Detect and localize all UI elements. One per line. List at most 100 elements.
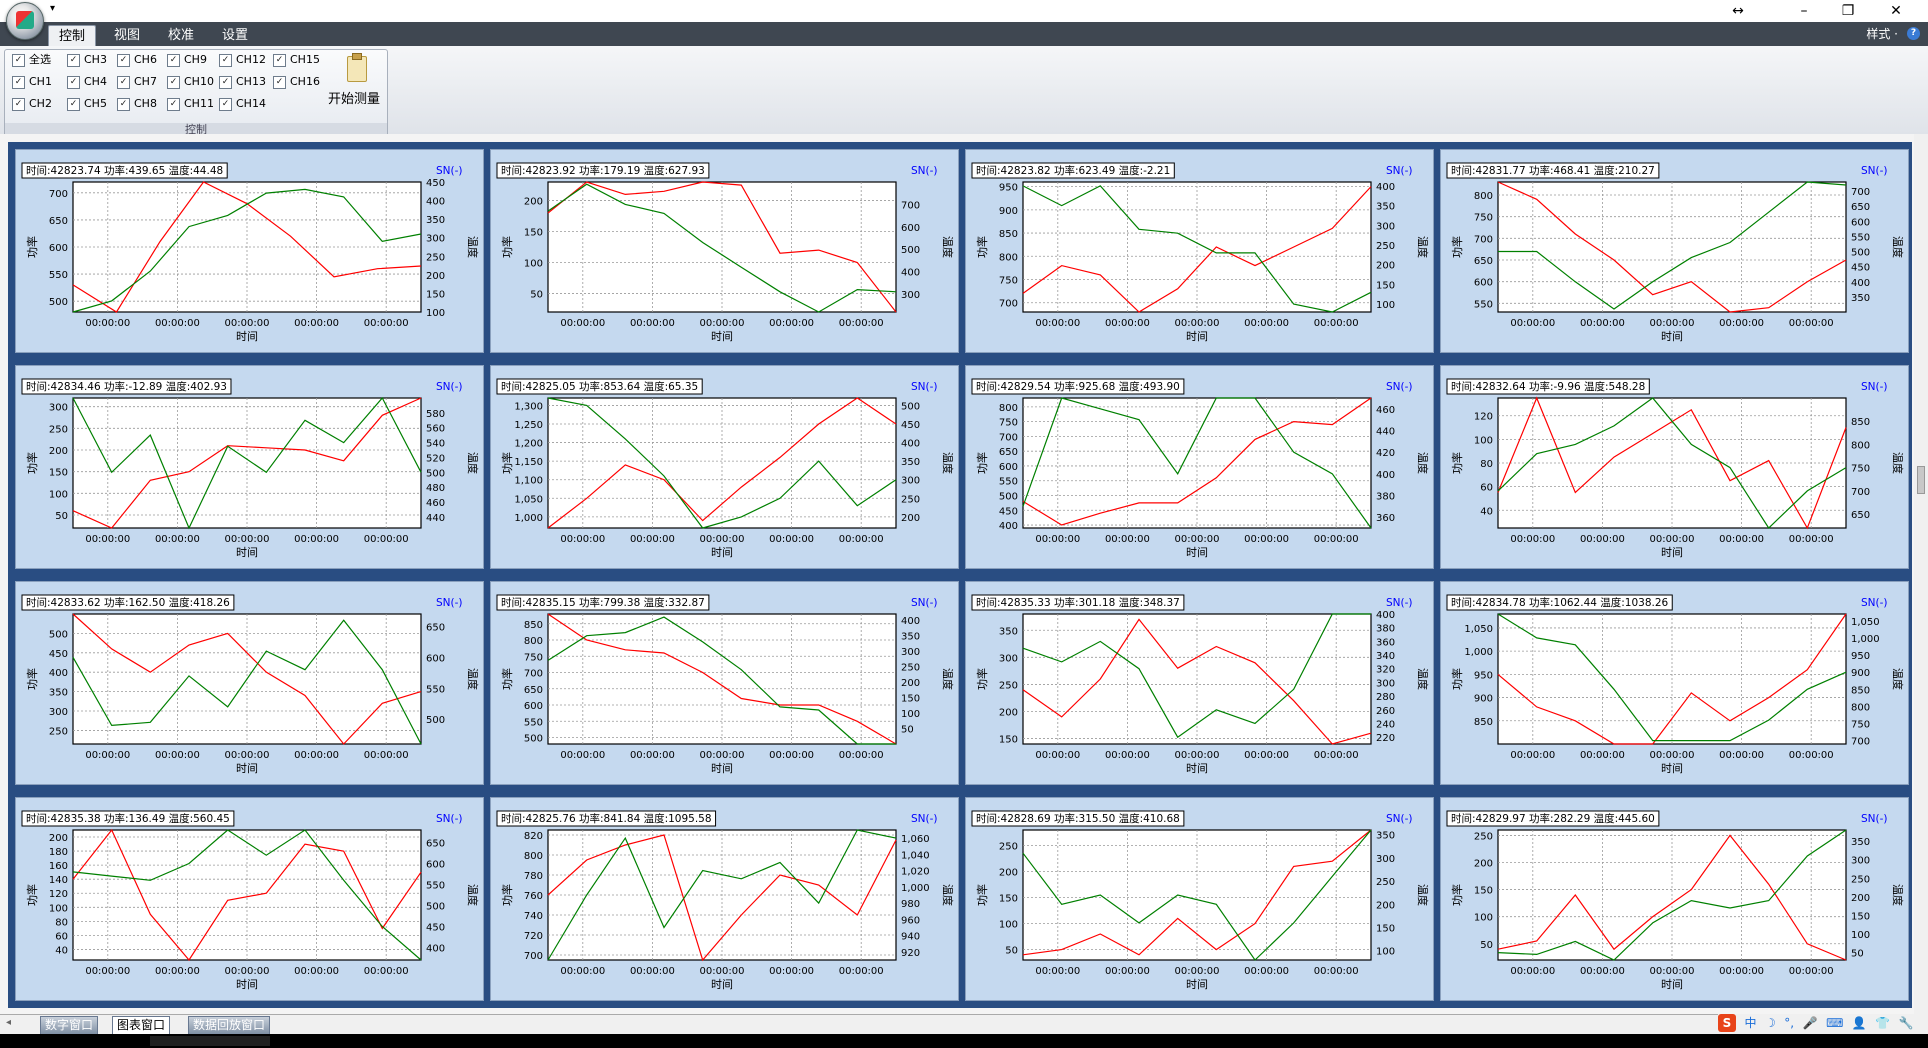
y-tick-label: 850 bbox=[999, 229, 1018, 240]
info-label: 时间:42835.33 功率:301.18 温度:348.37 bbox=[976, 596, 1180, 609]
taskbar-item[interactable] bbox=[150, 1036, 270, 1046]
y2-tick-label: 250 bbox=[1376, 241, 1395, 252]
restore-button[interactable]: ❐ bbox=[1828, 0, 1868, 22]
vertical-scrollbar[interactable] bbox=[1914, 134, 1928, 1014]
y2-tick-label: 400 bbox=[1376, 470, 1395, 481]
ime-tools-icon[interactable]: 🔧 bbox=[1899, 1016, 1914, 1030]
tab-view[interactable]: 视图 bbox=[104, 25, 150, 46]
y2-tick-label: 600 bbox=[426, 860, 445, 871]
checkbox-label: CH10 bbox=[184, 75, 214, 88]
minimize-button[interactable]: – bbox=[1784, 0, 1824, 22]
checkbox-ch2[interactable]: ✓ CH2 bbox=[12, 96, 52, 112]
tab-calibrate[interactable]: 校准 bbox=[158, 25, 204, 46]
y2-tick-label: 940 bbox=[901, 932, 920, 943]
ime-skin-icon[interactable]: 👕 bbox=[1875, 1016, 1890, 1030]
y2-axis-title: 温度 bbox=[466, 452, 480, 474]
checkbox-ch14[interactable]: ✓ CH14 bbox=[219, 96, 266, 112]
sn-label: SN(-) bbox=[436, 165, 463, 177]
ime-chinese-icon[interactable]: 中 bbox=[1745, 1014, 1757, 1031]
y2-tick-label: 500 bbox=[426, 715, 445, 726]
checkbox-label: CH15 bbox=[290, 53, 320, 66]
y2-tick-label: 850 bbox=[1851, 417, 1870, 428]
x-tick-label: 00:00:00 bbox=[1580, 966, 1625, 977]
checkbox-ch11[interactable]: ✓ CH11 bbox=[167, 96, 214, 112]
tab-control[interactable]: 控制 bbox=[48, 25, 96, 47]
y2-tick-label: 450 bbox=[1851, 263, 1870, 274]
checkbox-ch4[interactable]: ✓ CH4 bbox=[67, 74, 107, 90]
checkbox-ch16[interactable]: ✓ CH16 bbox=[273, 74, 320, 90]
tab-chart-window[interactable]: 图表窗口 bbox=[112, 1016, 171, 1035]
y-tick-label: 900 bbox=[999, 206, 1018, 217]
checkbox-ch15[interactable]: ✓ CH15 bbox=[273, 52, 320, 68]
app-menu-button[interactable] bbox=[6, 2, 44, 40]
tab-scroll-left-icon[interactable]: ◂ bbox=[6, 1017, 11, 1028]
y-axis-title: 功率 bbox=[1450, 884, 1464, 906]
x-tick-label: 00:00:00 bbox=[155, 966, 200, 977]
y2-tick-label: 700 bbox=[901, 200, 920, 211]
checkbox-ch13[interactable]: ✓ CH13 bbox=[219, 74, 266, 90]
checkbox-ch8[interactable]: ✓ CH8 bbox=[117, 96, 157, 112]
y-tick-label: 100 bbox=[999, 920, 1018, 931]
resize-icon[interactable]: ↔ bbox=[1718, 0, 1758, 22]
quick-access-dropdown-icon[interactable]: ▾ bbox=[50, 3, 55, 14]
x-tick-label: 00:00:00 bbox=[1789, 966, 1834, 977]
ime-keyboard-icon[interactable]: ⌨ bbox=[1826, 1016, 1843, 1030]
checkbox-ch5[interactable]: ✓ CH5 bbox=[67, 96, 107, 112]
y2-tick-label: 150 bbox=[1376, 924, 1395, 935]
x-tick-label: 00:00:00 bbox=[630, 318, 675, 329]
y2-tick-label: 300 bbox=[426, 234, 445, 245]
chart-svg: 时间:42825.76 功率:841.84 温度:1095.58 SN(-) 820… bbox=[496, 810, 955, 991]
info-label: 时间:42825.05 功率:853.64 温度:65.35 bbox=[501, 380, 698, 393]
ime-mic-icon[interactable]: 🎤 bbox=[1803, 1016, 1818, 1030]
checkbox-ch1[interactable]: ✓ CH1 bbox=[12, 74, 52, 90]
y-axis-title: 功率 bbox=[975, 236, 989, 258]
y2-tick-label: 300 bbox=[1851, 856, 1870, 867]
checkbox-ch9[interactable]: ✓ CH9 bbox=[167, 52, 207, 68]
ime-user-icon[interactable]: 👤 bbox=[1852, 1016, 1867, 1030]
x-tick-label: 00:00:00 bbox=[1650, 966, 1695, 977]
info-label: 时间:42834.46 功率:-12.89 温度:402.93 bbox=[26, 380, 227, 393]
scrollbar-thumb[interactable] bbox=[1917, 466, 1925, 494]
x-tick-label: 00:00:00 bbox=[225, 318, 270, 329]
ime-punct-icon[interactable]: °, bbox=[1784, 1016, 1794, 1030]
help-icon[interactable]: ? bbox=[1907, 27, 1920, 40]
y-tick-label: 150 bbox=[999, 735, 1018, 746]
bottom-tab-bar: ◂ 数字窗口 图表窗口 数据回放窗口 bbox=[0, 1014, 1928, 1035]
ime-logo-icon[interactable]: S bbox=[1718, 1014, 1736, 1032]
y-tick-label: 120 bbox=[49, 889, 68, 900]
checkbox-ch6[interactable]: ✓ CH6 bbox=[117, 52, 157, 68]
x-tick-label: 00:00:00 bbox=[700, 534, 745, 545]
tab-settings[interactable]: 设置 bbox=[212, 25, 258, 46]
start-measure-button[interactable]: 开始测量 bbox=[325, 53, 383, 114]
close-button[interactable]: ✕ bbox=[1876, 0, 1916, 22]
y2-tick-label: 400 bbox=[1851, 278, 1870, 289]
y-tick-label: 750 bbox=[1474, 213, 1493, 224]
y2-tick-label: 300 bbox=[1376, 221, 1395, 232]
y2-tick-label: 250 bbox=[901, 494, 920, 505]
x-tick-label: 00:00:00 bbox=[1719, 750, 1764, 761]
x-tick-label: 00:00:00 bbox=[560, 534, 605, 545]
tab-digital-window[interactable]: 数字窗口 bbox=[40, 1016, 99, 1035]
chart-svg: 时间:42829.54 功率:925.68 温度:493.90 SN(-) 800 7… bbox=[971, 378, 1430, 559]
y-tick-label: 720 bbox=[524, 931, 543, 942]
x-tick-label: 00:00:00 bbox=[769, 318, 814, 329]
ime-moon-icon[interactable]: ☽ bbox=[1765, 1016, 1776, 1030]
checkbox-ch3[interactable]: ✓ CH3 bbox=[67, 52, 107, 68]
checkbox-ch10[interactable]: ✓ CH10 bbox=[167, 74, 214, 90]
tab-playback-window[interactable]: 数据回放窗口 bbox=[188, 1016, 271, 1035]
y-axis-title: 功率 bbox=[975, 884, 989, 906]
y-tick-label: 300 bbox=[49, 403, 68, 414]
checkbox-ch12[interactable]: ✓ CH12 bbox=[219, 52, 266, 68]
style-menu[interactable]: 样式 · bbox=[1866, 25, 1898, 42]
chart-svg: 时间:42834.78 功率:1062.44 温度:1038.26 SN(-) 1,… bbox=[1446, 594, 1905, 775]
y2-tick-label: 580 bbox=[426, 409, 445, 420]
y-axis-title: 功率 bbox=[1450, 452, 1464, 474]
checkbox-box: ✓ bbox=[67, 97, 80, 111]
y2-tick-label: 200 bbox=[1376, 900, 1395, 911]
checkbox-box: ✓ bbox=[167, 53, 180, 67]
checkbox-ch7[interactable]: ✓ CH7 bbox=[117, 74, 157, 90]
checkbox-select-all[interactable]: ✓ 全选 bbox=[12, 52, 51, 68]
checkbox-box: ✓ bbox=[273, 75, 286, 89]
x-axis-title: 时间 bbox=[236, 978, 258, 991]
y-tick-label: 400 bbox=[999, 521, 1018, 532]
